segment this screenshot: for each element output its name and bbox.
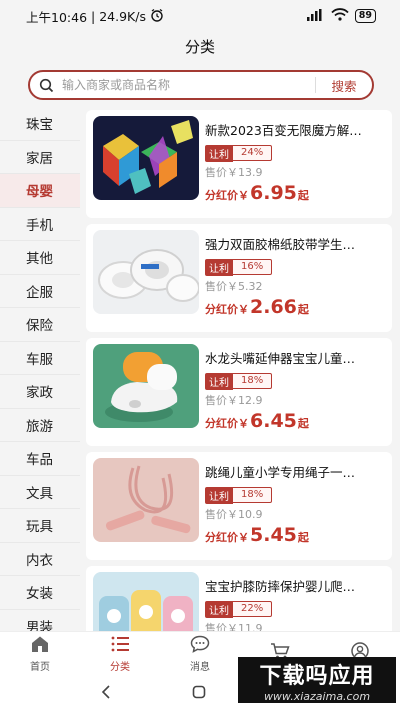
rebate-label: 让利 <box>205 486 233 504</box>
rebate-badge: 让利 16% <box>205 258 384 276</box>
sidebar-item-car-goods[interactable]: 车品 <box>0 442 80 476</box>
original-price: 售价￥13.9 <box>205 166 263 179</box>
original-price: 售价￥11.9 <box>205 622 263 631</box>
product-image-tape[interactable] <box>93 230 199 314</box>
sidebar-item-mother-baby[interactable]: 母婴 <box>0 174 80 208</box>
product-title: 跳绳儿童小学专用绳子一… <box>205 465 356 480</box>
share-price-row: 分红价￥ 6.45 起 <box>205 410 384 432</box>
product-list: 新款2023百变无限魔方解… 让利 24% 售价￥13.9 分红价￥ 6.95 … <box>86 107 392 631</box>
rebate-value: 24% <box>233 145 273 161</box>
share-price-suffix: 起 <box>297 417 309 430</box>
product-image-magic-cube[interactable] <box>93 116 199 200</box>
product-card[interactable]: 宝宝护膝防摔保护婴儿爬… 让利 22% 售价￥11.9 <box>86 566 392 631</box>
sidebar-item-car-service[interactable]: 车服 <box>0 342 80 375</box>
share-price: 5.45 <box>250 524 297 546</box>
sidebar-item-enterprise[interactable]: 企服 <box>0 275 80 308</box>
share-price-label: 分红价￥ <box>205 417 249 430</box>
battery-indicator: 89 <box>354 9 376 23</box>
wifi-icon <box>331 8 349 24</box>
share-price-row: 分红价￥ 6.95 起 <box>205 182 384 204</box>
sidebar-item-phones[interactable]: 手机 <box>0 208 80 241</box>
sidebar-item-womens[interactable]: 女装 <box>0 576 80 610</box>
tab-home[interactable]: 首页 <box>0 632 80 675</box>
share-price-suffix: 起 <box>297 303 309 316</box>
rebate-value: 18% <box>233 487 273 503</box>
product-card[interactable]: 强力双面胶棉纸胶带学生… 让利 16% 售价￥5.32 分红价￥ 2.66 起 <box>86 224 392 332</box>
sidebar-item-jewelry[interactable]: 珠宝 <box>0 107 80 141</box>
share-price-suffix: 起 <box>297 531 309 544</box>
home-icon <box>30 635 50 658</box>
sidebar-item-insurance[interactable]: 保险 <box>0 308 80 342</box>
tab-label: 首页 <box>30 661 50 673</box>
product-image-jump-rope[interactable] <box>93 458 199 542</box>
list-icon <box>110 635 130 658</box>
product-title: 新款2023百变无限魔方解… <box>205 123 362 138</box>
search-button[interactable]: 搜索 <box>316 76 372 95</box>
rebate-value: 16% <box>233 259 273 275</box>
original-price: 售价￥12.9 <box>205 394 263 407</box>
status-time: 上午10:46 <box>26 9 88 25</box>
sidebar-item-home[interactable]: 家居 <box>0 141 80 174</box>
tab-category[interactable]: 分类 <box>80 632 160 675</box>
rebate-label: 让利 <box>205 372 233 390</box>
rebate-value: 22% <box>233 601 273 617</box>
search-icon <box>30 78 62 93</box>
category-sidebar: 珠宝 家居 母婴 手机 其他 企服 保险 车服 家政 旅游 车品 文具 玩具 内… <box>0 107 80 631</box>
search-bar: 搜索 <box>28 70 374 100</box>
sidebar-item-mens[interactable]: 男装 <box>0 610 80 631</box>
share-price: 6.45 <box>250 410 297 432</box>
tab-messages[interactable]: 消息 <box>160 632 240 675</box>
watermark-url: www.xiazaima.com <box>263 689 371 703</box>
rebate-label: 让利 <box>205 144 233 162</box>
product-card[interactable]: 新款2023百变无限魔方解… 让利 24% 售价￥13.9 分红价￥ 6.95 … <box>86 110 392 218</box>
sidebar-item-underwear[interactable]: 内衣 <box>0 543 80 576</box>
sidebar-item-other[interactable]: 其他 <box>0 241 80 275</box>
page-title: 分类 <box>184 37 215 56</box>
share-price: 2.66 <box>250 296 297 318</box>
share-price-row: 分红价￥ 5.45 起 <box>205 524 384 546</box>
share-price-suffix: 起 <box>297 189 309 202</box>
original-price: 售价￥10.9 <box>205 508 263 521</box>
product-card[interactable]: 跳绳儿童小学专用绳子一… 让利 18% 售价￥10.9 分红价￥ 5.45 起 <box>86 452 392 560</box>
sidebar-item-stationery[interactable]: 文具 <box>0 476 80 509</box>
share-price-label: 分红价￥ <box>205 189 249 202</box>
product-image-knee-pads[interactable] <box>93 572 199 631</box>
status-bar: 上午10:46 | 24.9K/s 89 <box>0 0 400 32</box>
share-price-label: 分红价￥ <box>205 303 249 316</box>
share-price-row: 分红价￥ 2.66 起 <box>205 296 384 318</box>
product-title: 宝宝护膝防摔保护婴儿爬… <box>205 579 356 594</box>
rebate-badge: 让利 18% <box>205 486 384 504</box>
rebate-label: 让利 <box>205 600 233 618</box>
watermark-main: 下载吗应用 <box>259 663 375 689</box>
tab-label: 消息 <box>190 661 210 673</box>
original-price: 售价￥5.32 <box>205 280 263 293</box>
rebate-value: 18% <box>233 373 273 389</box>
home-button-icon[interactable] <box>192 684 206 703</box>
sidebar-item-travel[interactable]: 旅游 <box>0 409 80 442</box>
rebate-badge: 让利 22% <box>205 600 384 618</box>
status-speed: | 24.9K/s <box>91 8 146 24</box>
rebate-badge: 让利 18% <box>205 372 384 390</box>
share-price-label: 分红价￥ <box>205 531 249 544</box>
product-image-faucet-extender[interactable] <box>93 344 199 428</box>
sidebar-item-housekeeping[interactable]: 家政 <box>0 375 80 409</box>
sidebar-item-toys[interactable]: 玩具 <box>0 509 80 543</box>
product-title: 强力双面胶棉纸胶带学生… <box>205 237 356 252</box>
tab-label: 分类 <box>110 661 130 673</box>
back-icon[interactable] <box>100 684 112 703</box>
share-price: 6.95 <box>250 182 297 204</box>
watermark-logo: 下载吗应用 www.xiazaima.com <box>238 657 396 703</box>
alarm-icon <box>150 8 164 25</box>
chat-icon <box>190 635 210 658</box>
product-title: 水龙头嘴延伸器宝宝儿童… <box>205 351 356 366</box>
search-input[interactable] <box>62 78 315 92</box>
rebate-label: 让利 <box>205 258 233 276</box>
product-card[interactable]: 水龙头嘴延伸器宝宝儿童… 让利 18% 售价￥12.9 分红价￥ 6.45 起 <box>86 338 392 446</box>
rebate-badge: 让利 24% <box>205 144 384 162</box>
signal-icon <box>306 8 325 24</box>
